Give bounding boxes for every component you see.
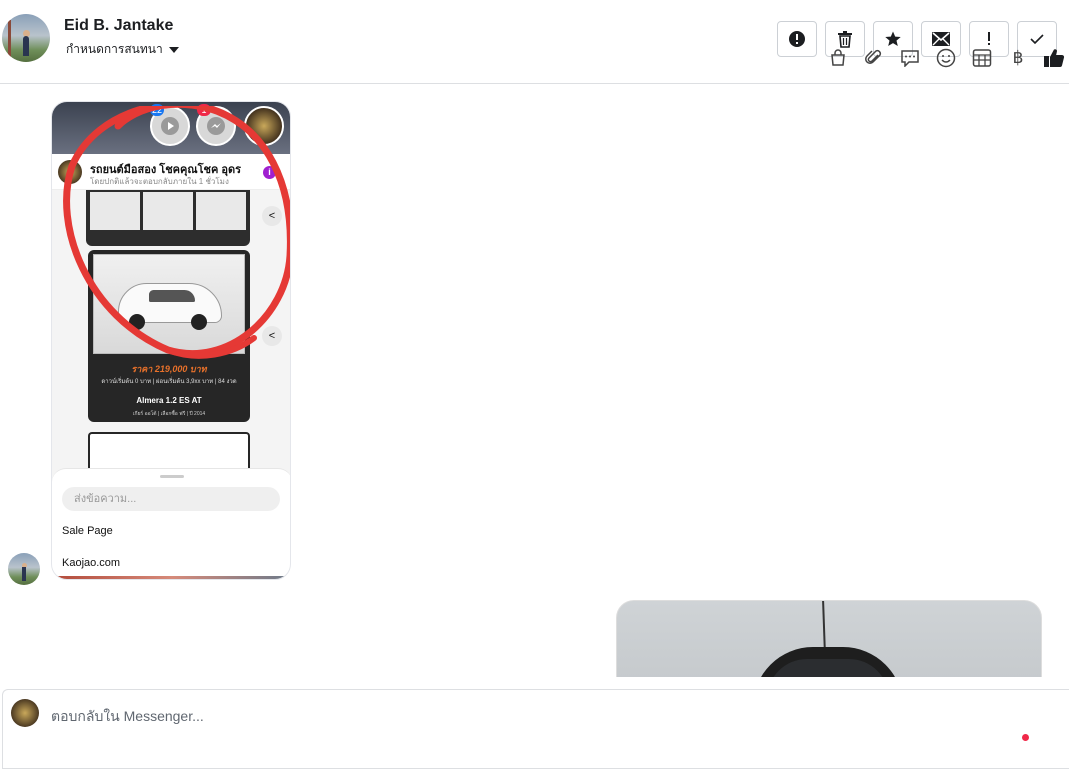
table-icon[interactable] (970, 46, 994, 70)
notification-dot (1022, 734, 1029, 741)
reply-input[interactable]: ตอบกลับใน Messenger... (51, 706, 204, 728)
car-model: Almera 1.2 ES AT (136, 396, 202, 405)
emoji-icon[interactable] (934, 46, 958, 70)
caret-down-icon (168, 46, 179, 53)
contact-avatar[interactable] (2, 14, 50, 62)
like-icon[interactable] (1042, 46, 1066, 70)
envelope-icon (932, 32, 950, 46)
shop-bag-icon[interactable] (826, 46, 850, 70)
car-antenna (822, 601, 826, 654)
screenshot-bottom-strip (52, 576, 290, 579)
message-thread[interactable]: 22 1 รถยนต์มือสอง โชคคุณโชค อุดร โดยปกติ… (0, 85, 1069, 677)
saved-reply-icon[interactable] (898, 46, 922, 70)
contact-name[interactable]: Eid B. Jantake (64, 17, 173, 35)
assign-conversation-dropdown[interactable]: กำหนดการสนทนา (66, 40, 179, 59)
shared-screenshot-image[interactable]: 22 1 รถยนต์มือสอง โชคคุณโชค อุดร โดยปกติ… (51, 101, 291, 580)
avatar-person (23, 36, 29, 56)
conversation-header: Eid B. Jantake กำหนดการสนทนา (0, 0, 1069, 84)
assign-conversation-label: กำหนดการสนทนา (66, 42, 163, 56)
outgoing-car-photo[interactable] (616, 600, 1042, 677)
avatar-background (8, 20, 11, 60)
option-sale-page: Sale Page (62, 525, 113, 537)
car-details: เกียร์ ออโต้ | เลือกซื้อ ฟรี | ปี 2014 (132, 411, 206, 417)
screenshot-message-field: ส่งข้อความ... (62, 487, 280, 511)
check-icon (1030, 34, 1044, 45)
alert-circle-icon (789, 31, 805, 47)
avatar-person (22, 567, 26, 581)
attachment-icon[interactable] (862, 46, 886, 70)
contact-avatar-small[interactable] (8, 553, 40, 585)
baht-icon[interactable]: ฿ (1006, 46, 1030, 70)
spam-button[interactable] (777, 21, 817, 57)
page-avatar (11, 699, 39, 727)
reply-composer: ตอบกลับใน Messenger... (2, 689, 1069, 769)
sheet-handle (160, 475, 184, 478)
option-kaojao: Kaojao.com (62, 557, 121, 569)
car-finance: ดาวน์เริ่มต้น 0 บาท | ผ่อนเริ่มต้น 3,9xx… (101, 379, 237, 385)
red-annotation-circle (63, 106, 290, 359)
message-bottom-sheet: ส่งข้อความ... Sale Page Kaojao.com (52, 468, 290, 579)
